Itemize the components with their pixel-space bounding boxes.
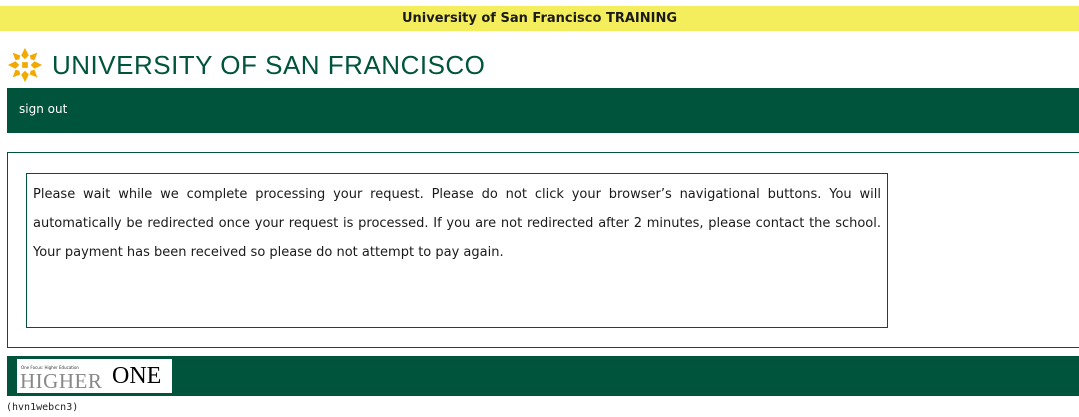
processing-message: Please wait while we complete processing… [26, 173, 888, 328]
university-logo: UNIVERSITY OF SAN FRANCISCO [6, 45, 485, 85]
university-name: UNIVERSITY OF SAN FRANCISCO [52, 49, 486, 80]
higher-one-one: ONE [112, 363, 162, 389]
server-id: (hvn1webcn3) [6, 402, 79, 413]
content-panel: Please wait while we complete processing… [7, 152, 1079, 348]
training-banner: University of San Francisco TRAINING [0, 6, 1079, 31]
sign-out-link[interactable]: sign out [19, 102, 67, 116]
footer-bar: One Focus: Higher Education HIGHER ONE [7, 356, 1079, 396]
higher-one-higher: HIGHER [20, 369, 103, 393]
higher-one-logo: One Focus: Higher Education HIGHER ONE [17, 359, 172, 393]
nav-bar: sign out [7, 88, 1079, 133]
usf-logo-icon [7, 47, 43, 83]
